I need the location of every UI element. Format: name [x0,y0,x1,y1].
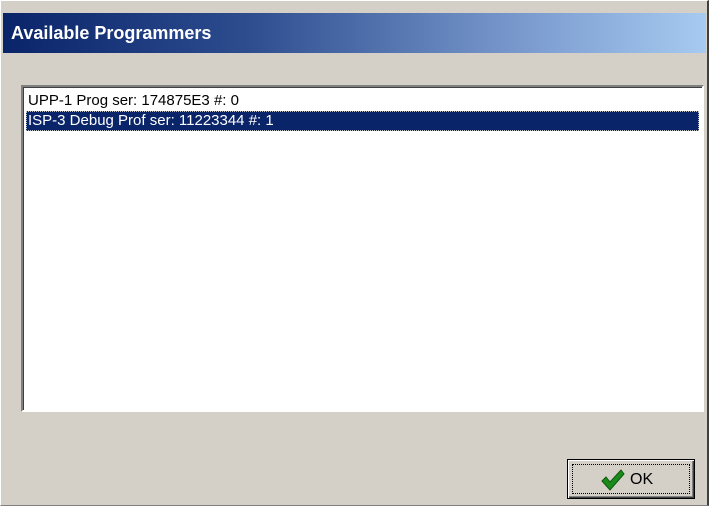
title-bar[interactable]: Available Programmers [3,13,706,53]
checkmark-icon [601,469,625,491]
available-programmers-dialog: Available Programmers UPP-1 Prog ser: 17… [0,0,709,506]
programmers-listbox[interactable]: UPP-1 Prog ser: 174875E3 #: 0 ISP-3 Debu… [21,85,704,412]
ok-button[interactable]: OK [567,459,695,499]
programmer-list-item-selected[interactable]: ISP-3 Debug Prof ser: 11223344 #: 1 [26,111,699,131]
dialog-title: Available Programmers [11,23,212,43]
programmer-list-item[interactable]: UPP-1 Prog ser: 174875E3 #: 0 [26,91,699,111]
ok-button-label: OK [630,471,654,488]
